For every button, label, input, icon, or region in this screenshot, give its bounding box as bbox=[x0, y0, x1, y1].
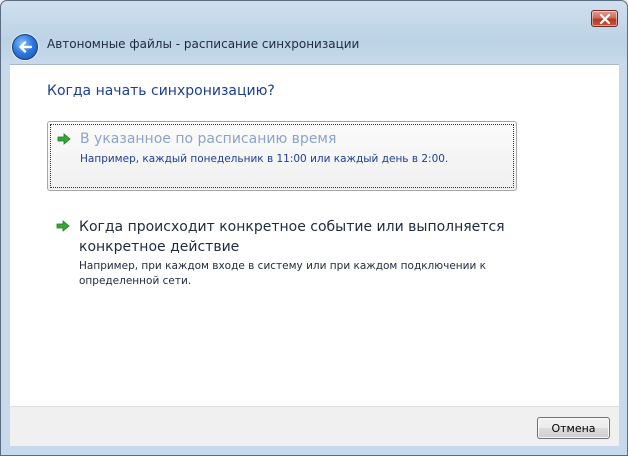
dialog-window: Автономные файлы - расписание синхрониза… bbox=[0, 0, 628, 456]
content-area: Когда начать синхронизацию? В указанное … bbox=[10, 64, 619, 407]
option-title: В указанное по расписанию время bbox=[80, 131, 337, 147]
green-arrow-icon bbox=[56, 220, 70, 232]
page-heading: Когда начать синхронизацию? bbox=[47, 83, 275, 99]
close-button[interactable] bbox=[591, 10, 618, 27]
green-arrow-icon bbox=[57, 133, 71, 145]
back-arrow-icon bbox=[19, 41, 32, 53]
window-title: Автономные файлы - расписание синхрониза… bbox=[47, 37, 360, 51]
close-icon bbox=[599, 13, 610, 24]
option-title: Когда происходит конкретное событие или … bbox=[79, 219, 505, 255]
footer-bar: Отмена bbox=[10, 406, 619, 446]
option-scheduled-time[interactable]: В указанное по расписанию время Например… bbox=[47, 121, 517, 191]
option-description: Например, каждый понедельник в 11:00 или… bbox=[80, 153, 449, 165]
option-description: Например, при каждом входе в систему или… bbox=[79, 260, 486, 287]
cancel-button[interactable]: Отмена bbox=[537, 417, 610, 439]
option-event-or-action[interactable]: Когда происходит конкретное событие или … bbox=[47, 213, 517, 293]
back-button[interactable] bbox=[12, 34, 38, 60]
